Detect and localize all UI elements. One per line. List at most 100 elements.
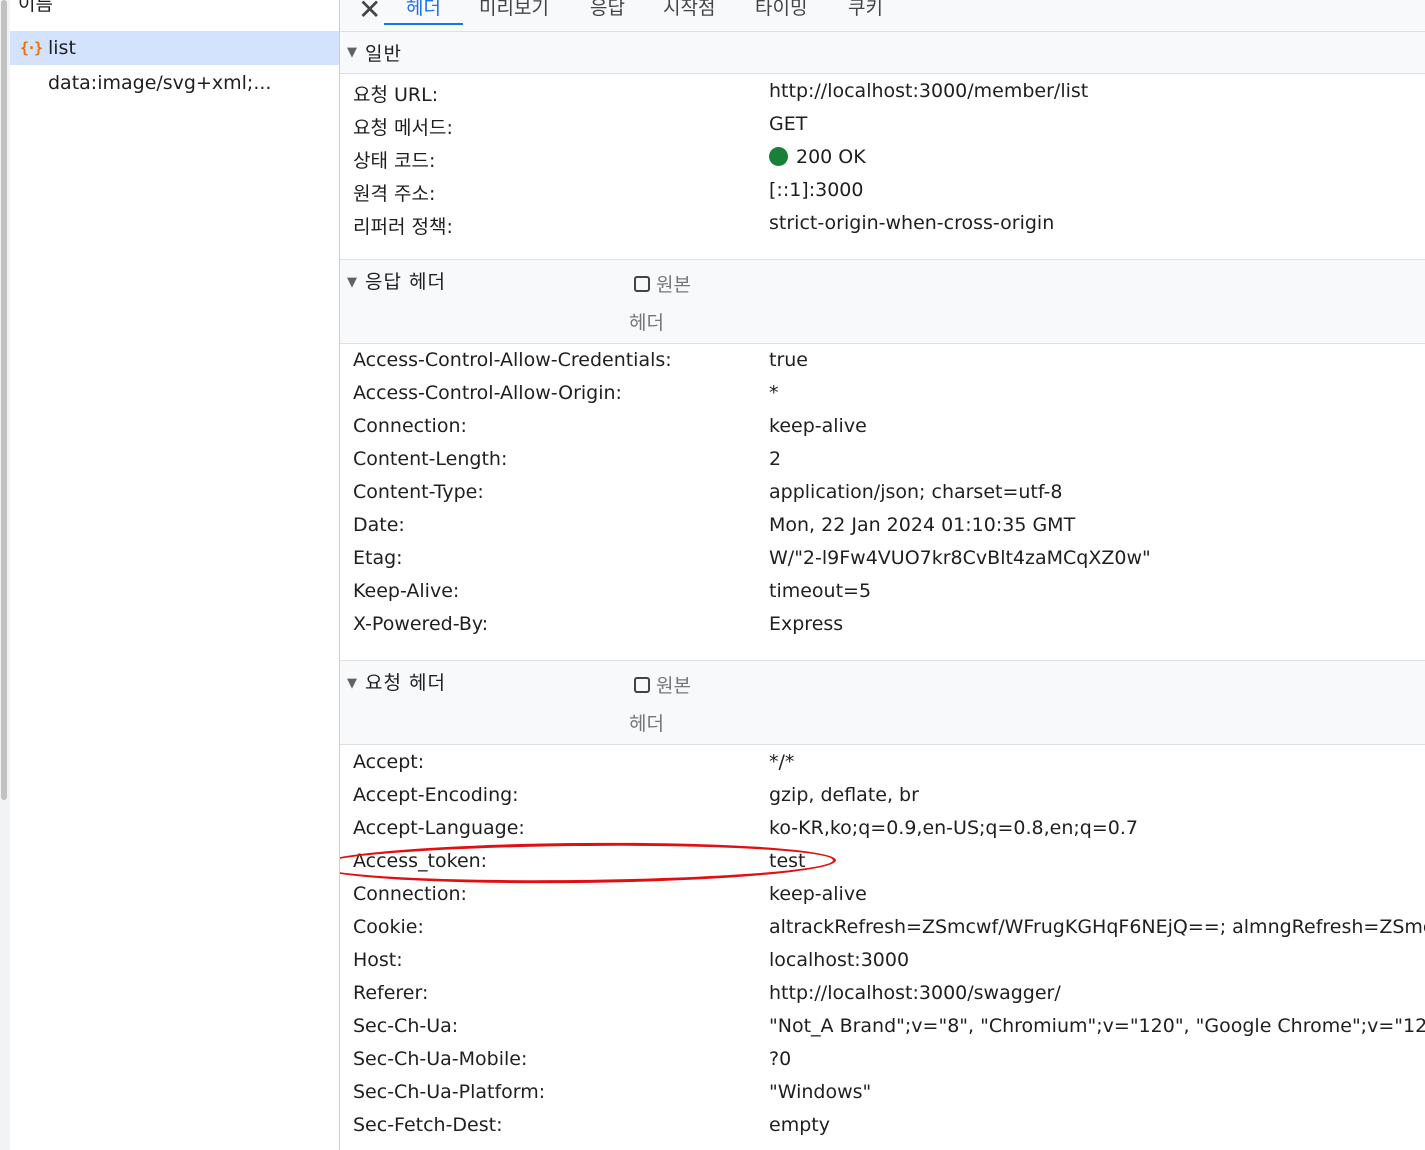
header-row[interactable]: 원격 주소: [::1]:3000 <box>340 179 1425 212</box>
header-value[interactable]: 2 <box>769 448 781 470</box>
collapse-triangle-icon: ▼ <box>347 275 357 290</box>
section-title: 요청 헤더 <box>365 672 446 694</box>
header-key: Connection: <box>353 883 467 905</box>
raw-label: 원본 <box>656 274 691 296</box>
header-key: Content-Type: <box>353 481 484 503</box>
request-item-svg-data[interactable]: data:image/svg+xml;... <box>10 66 339 100</box>
header-row[interactable]: Referer: http://localhost:3000/swagger/ <box>340 982 1425 1015</box>
header-value[interactable]: */* <box>769 751 794 773</box>
header-row[interactable]: Access-Control-Allow-Credentials: true <box>340 349 1425 382</box>
header-value[interactable]: * <box>769 382 779 404</box>
header-value[interactable]: http://localhost:3000/swagger/ <box>769 982 1061 1004</box>
header-value[interactable]: timeout=5 <box>769 580 871 602</box>
header-key: Keep-Alive: <box>353 580 460 602</box>
raw-label-second-line: 헤더 <box>629 713 664 735</box>
raw-checkbox[interactable] <box>634 676 650 693</box>
left-scrollbar-thumb[interactable] <box>1 0 7 800</box>
header-value[interactable]: strict-origin-when-cross-origin <box>769 212 1054 234</box>
header-row[interactable]: 리퍼러 정책: strict-origin-when-cross-origin <box>340 212 1425 245</box>
header-value[interactable]: localhost:3000 <box>769 949 909 971</box>
request-headers-section-header[interactable]: ▼ 요청 헤더 원본 헤더 <box>340 660 1425 745</box>
header-value[interactable]: [::1]:3000 <box>769 179 863 201</box>
header-value[interactable]: keep-alive <box>769 883 867 905</box>
header-key: Accept-Language: <box>353 817 525 839</box>
header-key: Sec-Ch-Ua: <box>353 1015 459 1037</box>
request-list-pane: 이름 {·} list data:image/svg+xml;... <box>10 0 340 1150</box>
header-value[interactable]: keep-alive <box>769 415 867 437</box>
header-value[interactable]: GET <box>769 113 807 135</box>
tab-headers[interactable]: 헤더 <box>384 0 463 25</box>
header-value[interactable]: "Not_A Brand";v="8", "Chromium";v="120",… <box>769 1015 1425 1037</box>
header-key: Sec-Ch-Ua-Platform: <box>353 1081 546 1103</box>
header-value[interactable]: application/json; charset=utf-8 <box>769 481 1062 503</box>
header-row[interactable]: Content-Type: application/json; charset=u… <box>340 481 1425 514</box>
raw-label-second-line: 헤더 <box>629 312 664 334</box>
header-key: Cookie: <box>353 916 424 938</box>
header-key: Host: <box>353 949 403 971</box>
tab-response[interactable]: 응답 <box>590 0 625 22</box>
header-value[interactable]: gzip, deflate, br <box>769 784 919 806</box>
header-row[interactable]: Access-Control-Allow-Origin: * <box>340 382 1425 415</box>
header-value[interactable]: 200 OK <box>769 146 866 168</box>
header-row[interactable]: Sec-Ch-Ua-Mobile: ?0 <box>340 1048 1425 1081</box>
raw-headers-toggle[interactable]: 원본 <box>634 270 691 297</box>
header-key: 원격 주소: <box>353 183 436 205</box>
header-key: Connection: <box>353 415 467 437</box>
header-value[interactable]: W/"2-l9Fw4VUO7kr8CvBlt4zaMCqXZ0w" <box>769 547 1151 569</box>
raw-headers-toggle[interactable]: 원본 <box>634 671 691 698</box>
tab-cookies[interactable]: 쿠키 <box>848 0 883 22</box>
header-row[interactable]: Sec-Fetch-Dest: empty <box>340 1114 1425 1147</box>
section-title: 일반 <box>365 43 402 65</box>
header-value[interactable]: empty <box>769 1114 830 1136</box>
header-key: Referer: <box>353 982 429 1004</box>
header-row[interactable]: Sec-Ch-Ua-Platform: "Windows" <box>340 1081 1425 1114</box>
header-value[interactable]: ko-KR,ko;q=0.9,en-US;q=0.8,en;q=0.7 <box>769 817 1138 839</box>
list-column-header-name[interactable]: 이름 <box>18 0 53 16</box>
header-value[interactable]: true <box>769 349 808 371</box>
header-row[interactable]: 상태 코드: 200 OK <box>340 146 1425 179</box>
header-key: 요청 URL: <box>353 84 439 106</box>
header-key: Content-Length: <box>353 448 508 470</box>
header-row[interactable]: Accept-Encoding: gzip, deflate, br <box>340 784 1425 817</box>
header-value[interactable]: Express <box>769 613 843 635</box>
response-headers-section-header[interactable]: ▼ 응답 헤더 원본 헤더 <box>340 259 1425 344</box>
header-row[interactable]: Content-Length: 2 <box>340 448 1425 481</box>
tab-initiator[interactable]: 시작점 <box>663 0 715 22</box>
header-key: Accept: <box>353 751 425 773</box>
header-row[interactable]: 요청 메서드: GET <box>340 113 1425 146</box>
header-row[interactable]: Connection: keep-alive <box>340 883 1425 916</box>
header-key: Sec-Ch-Ua-Mobile: <box>353 1048 528 1070</box>
header-row[interactable]: 요청 URL: http://localhost:3000/member/list <box>340 80 1425 113</box>
header-row[interactable]: Cookie: altrackRefresh=ZSmcwf/WFrugKGHqF6… <box>340 916 1425 949</box>
header-row[interactable]: Etag: W/"2-l9Fw4VUO7kr8CvBlt4zaMCqXZ0w" <box>340 547 1425 580</box>
header-row[interactable]: X-Powered-By: Express <box>340 613 1425 646</box>
header-row[interactable]: Accept: */* <box>340 751 1425 784</box>
request-item-list[interactable]: {·} list <box>10 31 339 65</box>
status-ok-icon <box>769 147 788 166</box>
tab-preview[interactable]: 미리보기 <box>479 0 549 22</box>
header-row[interactable]: Host: localhost:3000 <box>340 949 1425 982</box>
header-value[interactable]: altrackRefresh=ZSmcwf/WFrugKGHqF6NEjQ==;… <box>769 916 1425 938</box>
header-key: Date: <box>353 514 405 536</box>
raw-checkbox[interactable] <box>634 275 650 292</box>
request-detail-pane: ✕ 헤더 미리보기 응답 시작점 타이밍 쿠키 ▼ 일반 요청 URL: http… <box>340 0 1425 1150</box>
header-value[interactable]: ?0 <box>769 1048 791 1070</box>
request-item-label: list <box>48 37 76 59</box>
raw-label: 원본 <box>656 675 691 697</box>
collapse-triangle-icon: ▼ <box>347 676 357 691</box>
header-row[interactable]: Keep-Alive: timeout=5 <box>340 580 1425 613</box>
close-icon[interactable]: ✕ <box>358 0 381 28</box>
header-key: Accept-Encoding: <box>353 784 519 806</box>
header-value[interactable]: http://localhost:3000/member/list <box>769 80 1088 102</box>
header-value[interactable]: "Windows" <box>769 1081 871 1103</box>
header-row[interactable]: Connection: keep-alive <box>340 415 1425 448</box>
left-scroll-gutter <box>0 0 10 1150</box>
header-value[interactable]: Mon, 22 Jan 2024 01:10:35 GMT <box>769 514 1075 536</box>
request-item-label: data:image/svg+xml;... <box>48 72 272 94</box>
status-text: 200 OK <box>796 146 866 168</box>
section-title: 응답 헤더 <box>365 271 446 293</box>
header-row[interactable]: Date: Mon, 22 Jan 2024 01:10:35 GMT <box>340 514 1425 547</box>
header-row[interactable]: Sec-Ch-Ua: "Not_A Brand";v="8", "Chromium… <box>340 1015 1425 1048</box>
general-section-header[interactable]: ▼ 일반 <box>340 31 1425 74</box>
tab-timing[interactable]: 타이밍 <box>755 0 807 22</box>
